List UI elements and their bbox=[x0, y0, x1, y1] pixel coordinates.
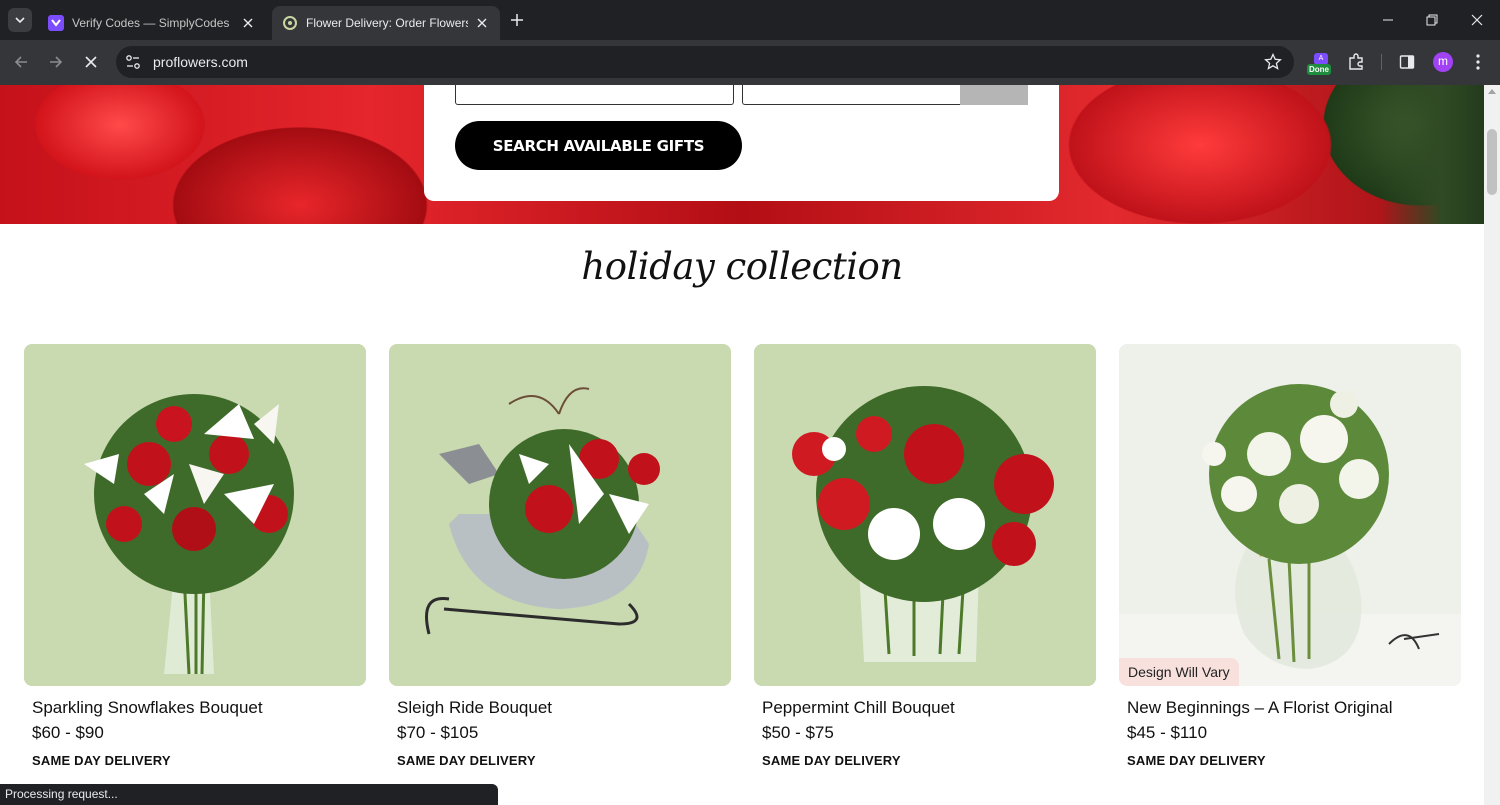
product-image-peppermint-chill[interactable] bbox=[754, 344, 1096, 686]
close-window-button[interactable] bbox=[1467, 10, 1487, 30]
tab-proflowers[interactable]: Flower Delivery: Order Flowers Online bbox=[272, 6, 500, 40]
minimize-button[interactable] bbox=[1378, 10, 1398, 30]
product-price: $45 - $110 bbox=[1127, 723, 1208, 742]
product-price: $50 - $75 bbox=[762, 723, 834, 742]
section-title: holiday collection bbox=[581, 245, 903, 288]
product-name[interactable]: Peppermint Chill Bouquet bbox=[762, 698, 1096, 718]
bookmark-star-icon[interactable] bbox=[1264, 53, 1282, 71]
browser-tab-bar: Verify Codes — SimplyCodes Flower Delive… bbox=[0, 0, 1500, 40]
simplycodes-extension-button[interactable]: A Done bbox=[1307, 53, 1335, 75]
calendar-button[interactable] bbox=[960, 85, 1028, 105]
plus-icon bbox=[511, 14, 523, 26]
tab-search-button[interactable] bbox=[8, 8, 32, 32]
side-panel-icon bbox=[1399, 55, 1415, 69]
scroll-up-arrow-icon[interactable] bbox=[1488, 89, 1496, 94]
close-icon bbox=[1471, 14, 1483, 26]
arrow-left-icon bbox=[14, 56, 27, 68]
close-tab-icon[interactable] bbox=[240, 15, 256, 31]
toolbar-divider bbox=[1381, 54, 1382, 70]
puzzle-piece-icon bbox=[1349, 53, 1363, 70]
product-image-sleigh-ride[interactable] bbox=[389, 344, 731, 686]
forward-button[interactable] bbox=[46, 52, 66, 72]
product-image-new-beginnings[interactable]: Design Will Vary bbox=[1119, 344, 1461, 686]
page-viewport: SEARCH AVAILABLE GIFTS holiday collectio… bbox=[0, 85, 1484, 805]
tab-simplycodes[interactable]: Verify Codes — SimplyCodes bbox=[38, 6, 266, 40]
minimize-icon bbox=[1383, 19, 1393, 21]
product-name[interactable]: Sparkling Snowflakes Bouquet bbox=[32, 698, 366, 718]
product-card[interactable]: Design Will Vary New Beginnings – A Flor… bbox=[1119, 344, 1461, 768]
proflowers-favicon-icon bbox=[283, 16, 297, 30]
browser-toolbar: proflowers.com bbox=[0, 40, 1500, 85]
side-panel-button[interactable] bbox=[1397, 52, 1417, 72]
product-card[interactable]: Peppermint Chill Bouquet $50 - $75 SAME … bbox=[754, 344, 1096, 768]
delivery-label: SAME DAY DELIVERY bbox=[762, 753, 901, 768]
profile-avatar[interactable]: m bbox=[1433, 52, 1453, 72]
product-card[interactable]: Sparkling Snowflakes Bouquet $60 - $90 S… bbox=[24, 344, 366, 768]
product-name[interactable]: New Beginnings – A Florist Original bbox=[1127, 698, 1461, 718]
new-tab-button[interactable] bbox=[507, 10, 527, 30]
delivery-date-field[interactable] bbox=[742, 85, 962, 105]
more-vertical-icon bbox=[1476, 54, 1480, 70]
search-available-gifts-button[interactable]: SEARCH AVAILABLE GIFTS bbox=[455, 121, 742, 170]
restore-icon bbox=[1426, 14, 1438, 26]
close-tab-icon[interactable] bbox=[474, 15, 490, 31]
tab-title: Flower Delivery: Order Flowers Online bbox=[306, 16, 468, 30]
extension-status-badge: Done bbox=[1307, 64, 1331, 75]
scrollbar-thumb[interactable] bbox=[1487, 129, 1497, 195]
status-bar: Processing request... bbox=[0, 784, 498, 805]
stop-loading-button[interactable] bbox=[81, 52, 101, 72]
page-scrollbar[interactable] bbox=[1484, 85, 1500, 805]
gift-search-form: SEARCH AVAILABLE GIFTS bbox=[424, 85, 1059, 201]
zip-code-field[interactable] bbox=[455, 85, 734, 105]
back-button[interactable] bbox=[11, 52, 31, 72]
simplycodes-favicon-icon bbox=[48, 15, 64, 31]
extensions-button[interactable] bbox=[1346, 52, 1366, 72]
address-bar[interactable]: proflowers.com bbox=[116, 46, 1294, 78]
url-text: proflowers.com bbox=[153, 54, 248, 70]
browser-menu-button[interactable] bbox=[1468, 52, 1488, 72]
delivery-label: SAME DAY DELIVERY bbox=[1127, 753, 1266, 768]
close-icon bbox=[85, 56, 97, 68]
delivery-label: SAME DAY DELIVERY bbox=[32, 753, 171, 768]
design-will-vary-badge: Design Will Vary bbox=[1119, 658, 1239, 686]
arrow-right-icon bbox=[50, 56, 63, 68]
tab-title: Verify Codes — SimplyCodes bbox=[72, 16, 230, 30]
product-price: $70 - $105 bbox=[397, 723, 479, 742]
restore-button[interactable] bbox=[1422, 10, 1442, 30]
product-card[interactable]: Sleigh Ride Bouquet $70 - $105 SAME DAY … bbox=[389, 344, 731, 768]
product-price: $60 - $90 bbox=[32, 723, 104, 742]
product-name[interactable]: Sleigh Ride Bouquet bbox=[397, 698, 731, 718]
hero-foliage bbox=[1380, 85, 1484, 224]
product-image-sparkling-snowflakes[interactable] bbox=[24, 344, 366, 686]
site-settings-icon[interactable] bbox=[124, 53, 142, 71]
chevron-down-icon bbox=[15, 17, 25, 24]
delivery-label: SAME DAY DELIVERY bbox=[397, 753, 536, 768]
